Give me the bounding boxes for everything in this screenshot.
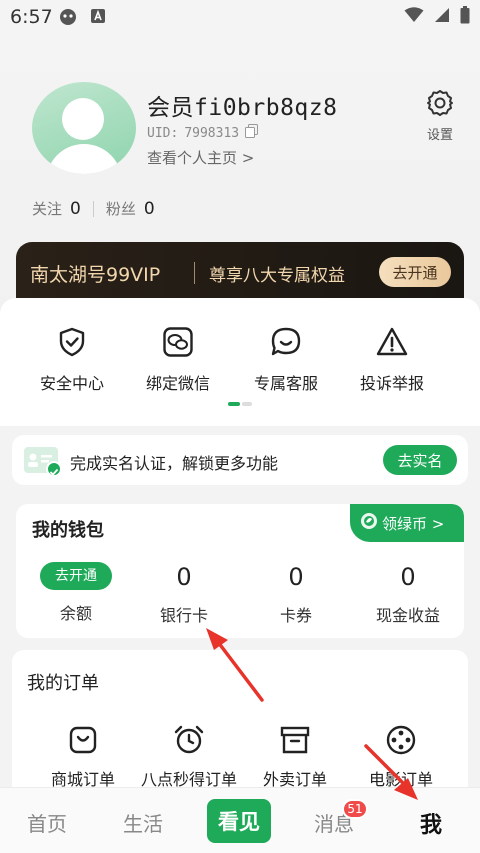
green-coin-label: 领绿币 > xyxy=(382,514,445,533)
uid-row: UID: 7998313 xyxy=(147,124,259,142)
coin-icon xyxy=(360,512,378,534)
chat-smile-icon xyxy=(236,326,336,358)
alarm-clock-icon xyxy=(134,724,244,756)
service-complaint-report[interactable]: 投诉举报 xyxy=(342,326,442,394)
box-icon xyxy=(240,724,350,756)
username: 会员fi0brb8qz8 xyxy=(147,95,338,121)
follow-stats: 关注 0 粉丝 0 xyxy=(32,198,155,219)
warning-icon xyxy=(342,326,442,358)
status-bar: 6:57 xyxy=(0,0,480,34)
service-label: 投诉举报 xyxy=(359,374,424,393)
service-label: 安全中心 xyxy=(39,374,104,393)
wallet-balance[interactable]: 去开通 余额 xyxy=(26,562,126,624)
status-time: 6:57 xyxy=(10,6,53,28)
wallet-title: 我的钱包 xyxy=(32,520,104,541)
nav-me[interactable]: 我 xyxy=(420,807,442,839)
service-bind-wechat[interactable]: 绑定微信 xyxy=(128,326,228,394)
green-coin-button[interactable]: 领绿币 > xyxy=(350,504,464,542)
nav-center-button[interactable]: 看见 xyxy=(207,799,271,843)
avatar[interactable] xyxy=(32,82,136,174)
wallet-label: 现金收益 xyxy=(375,606,440,625)
service-security-center[interactable]: 安全中心 xyxy=(22,326,122,394)
wallet-bank-card[interactable]: 0 银行卡 xyxy=(134,562,234,626)
check-icon xyxy=(46,461,62,477)
vip-name: 南太湖号99VIP xyxy=(30,264,161,286)
wallet-open-button[interactable]: 去开通 xyxy=(40,562,112,590)
wallet-label: 余额 xyxy=(59,604,92,623)
view-profile-link[interactable]: 查看个人主页 > xyxy=(147,147,254,168)
gear-icon xyxy=(425,90,455,122)
shield-check-icon xyxy=(22,326,122,358)
wallet-label: 银行卡 xyxy=(159,606,208,625)
nav-home[interactable]: 首页 xyxy=(27,808,67,837)
orders-card: 我的订单 商城订单 八点秒得订单 外卖订单 电影订单 xyxy=(12,650,468,810)
order-mall[interactable]: 商城订单 xyxy=(28,724,138,790)
wechat-icon xyxy=(128,326,228,358)
wallet-value: 0 xyxy=(400,563,416,591)
nav-life[interactable]: 生活 xyxy=(123,808,163,837)
followers-count[interactable]: 0 xyxy=(144,199,155,219)
service-label: 专属客服 xyxy=(253,374,318,393)
wallet-label: 卡券 xyxy=(279,606,312,625)
wallet-card: 我的钱包 领绿币 > 去开通 余额 0 银行卡 0 卡券 0 现金收益 xyxy=(16,504,464,638)
vip-open-button[interactable]: 去开通 xyxy=(379,257,451,287)
signal-icon xyxy=(434,7,450,27)
services-card: 安全中心 绑定微信 专属客服 投诉举报 xyxy=(0,298,480,426)
order-takeout[interactable]: 外卖订单 xyxy=(240,724,350,790)
service-customer-support[interactable]: 专属客服 xyxy=(236,326,336,394)
followers-label[interactable]: 粉丝 xyxy=(106,198,136,219)
orders-title: 我的订单 xyxy=(27,673,99,694)
wallet-value: 0 xyxy=(176,563,192,591)
bottom-navigation: 首页 生活 看见 消息 51 我 xyxy=(0,787,480,853)
service-label: 绑定微信 xyxy=(145,374,210,393)
following-label[interactable]: 关注 xyxy=(32,198,62,219)
vip-benefit: 尊享八大专属权益 xyxy=(209,266,345,286)
uid-label: UID: xyxy=(147,125,179,141)
wallet-coupons[interactable]: 0 卡券 xyxy=(246,562,346,626)
message-badge: 51 xyxy=(342,799,368,819)
film-reel-icon xyxy=(346,724,456,756)
order-flash-sale[interactable]: 八点秒得订单 xyxy=(134,724,244,790)
wallet-cash-earnings[interactable]: 0 现金收益 xyxy=(358,562,458,626)
realname-banner[interactable]: 完成实名认证，解锁更多功能 去实名 xyxy=(12,435,468,485)
wifi-icon xyxy=(404,7,424,27)
settings-label: 设置 xyxy=(426,128,453,143)
shopping-bag-icon xyxy=(28,724,138,756)
a-notification-icon xyxy=(90,8,106,28)
settings-button[interactable]: 设置 xyxy=(422,88,458,143)
battery-icon xyxy=(460,6,470,28)
following-count[interactable]: 0 xyxy=(70,199,81,219)
realname-text: 完成实名认证，解锁更多功能 xyxy=(70,454,279,473)
uid-value: 7998313 xyxy=(184,125,240,141)
app-notification-icon xyxy=(58,8,78,30)
wallet-value: 0 xyxy=(288,563,304,591)
order-movie[interactable]: 电影订单 xyxy=(346,724,456,790)
copy-icon[interactable] xyxy=(245,124,259,142)
realname-button[interactable]: 去实名 xyxy=(383,445,457,475)
page-indicator xyxy=(228,402,252,406)
